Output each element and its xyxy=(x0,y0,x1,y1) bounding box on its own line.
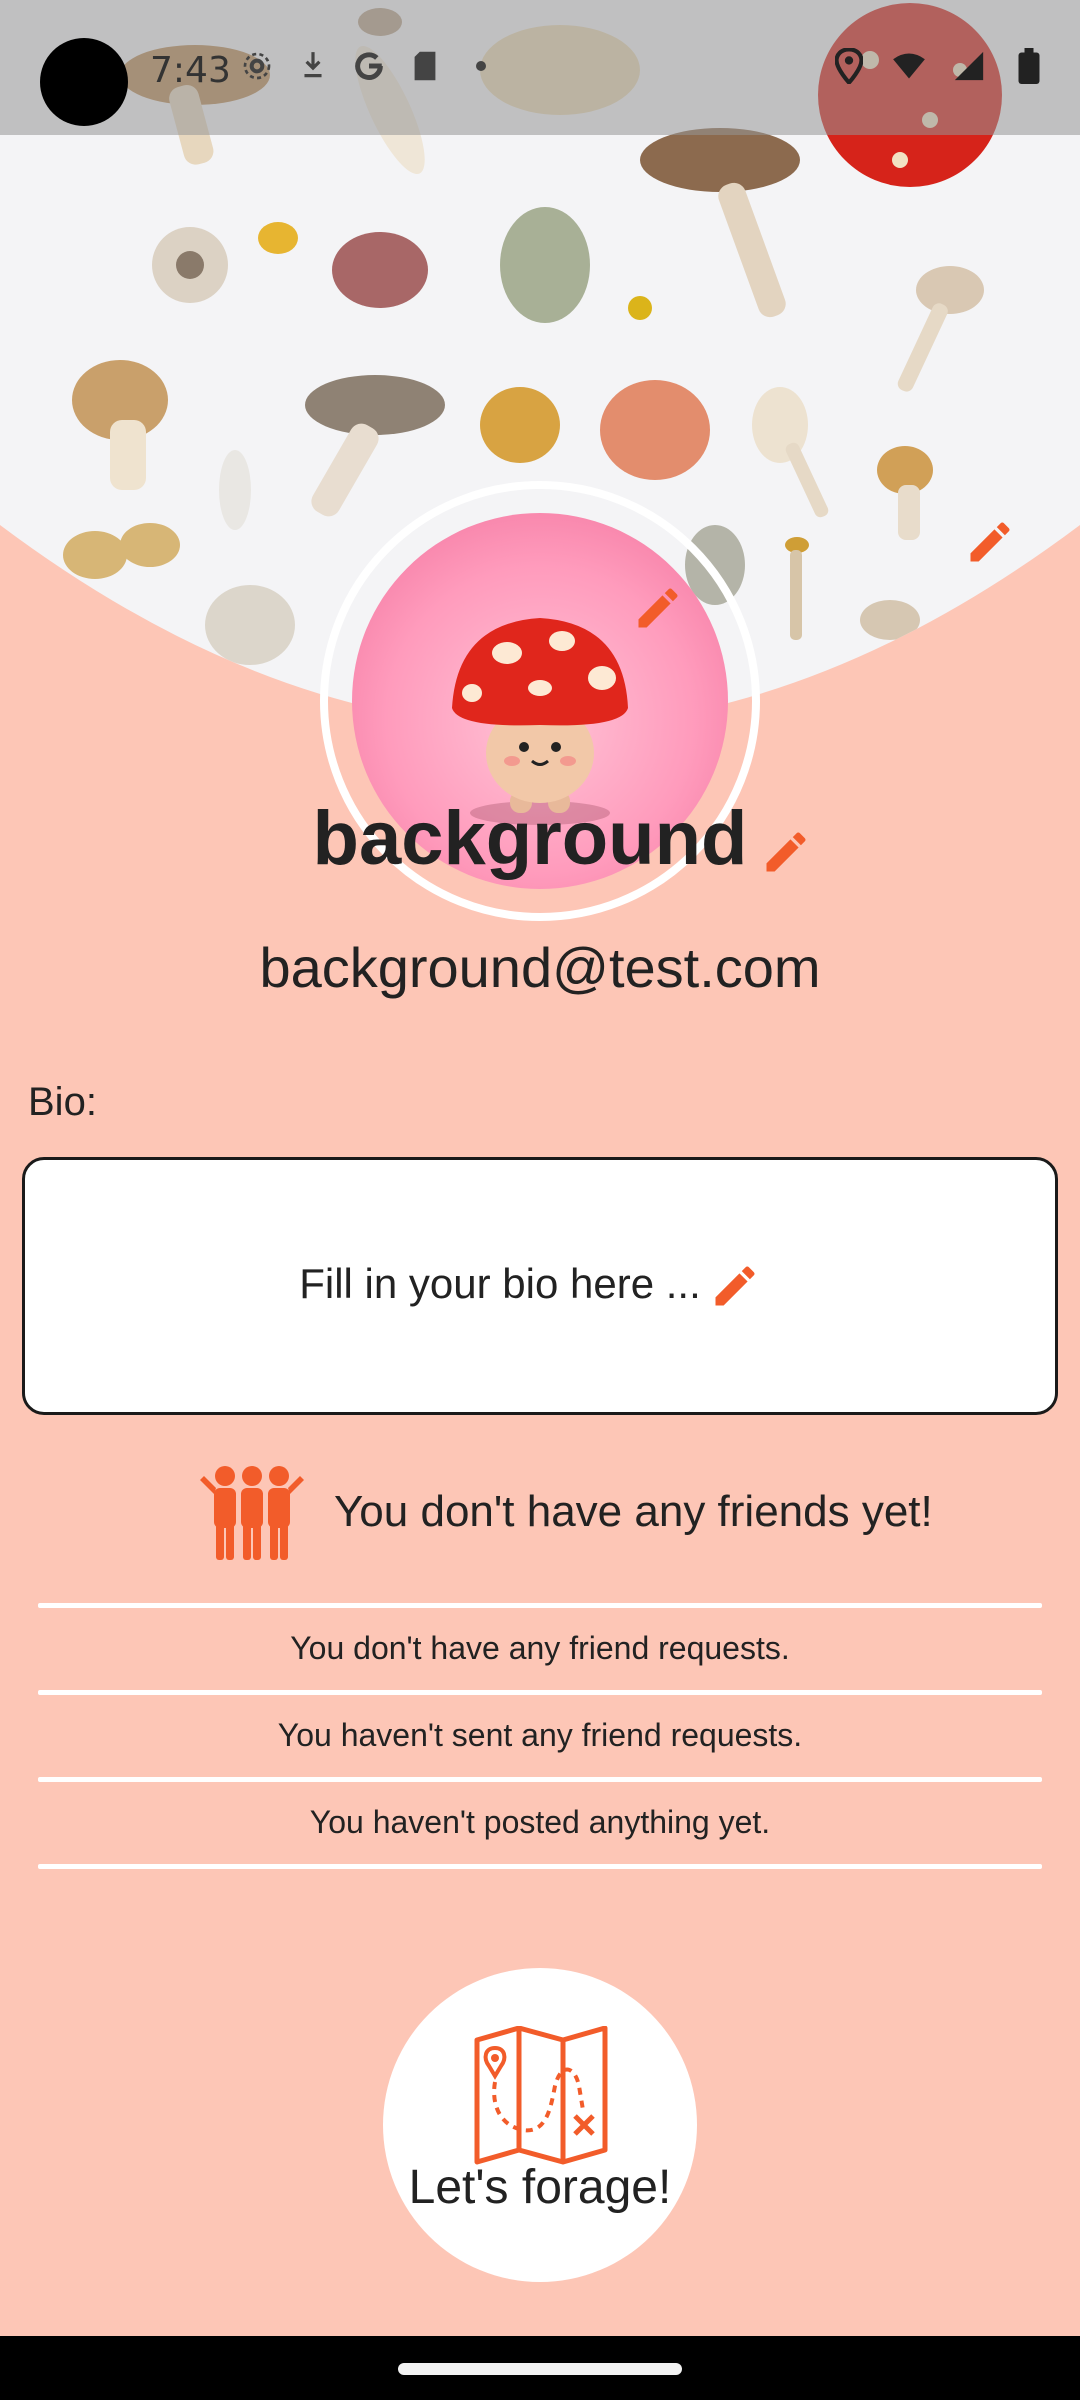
bio-box[interactable]: Fill in your bio here ... xyxy=(22,1157,1058,1415)
wifi-icon xyxy=(892,46,926,86)
camera-cutout xyxy=(40,38,128,126)
divider xyxy=(38,1603,1042,1608)
status-bar: 7:43 xyxy=(0,0,1080,135)
friends-row: You don't have any friends yet! xyxy=(198,1462,933,1562)
treasure-map-icon xyxy=(474,2026,608,2165)
sent-requests-message: You haven't sent any friend requests. xyxy=(277,1717,803,1753)
status-icons-right xyxy=(832,46,1046,86)
no-friends-message: You don't have any friends yet! xyxy=(334,1487,933,1536)
friends-group-icon xyxy=(200,1466,304,1560)
lets-forage-button[interactable]: Let's forage! xyxy=(383,1968,697,2282)
download-icon xyxy=(296,46,330,86)
email: background@test.com xyxy=(259,936,821,999)
pencil-icon xyxy=(766,832,806,872)
bio-placeholder: Fill in your bio here ... xyxy=(299,1260,701,1307)
username: background xyxy=(312,796,748,881)
signal-icon xyxy=(952,46,986,86)
divider xyxy=(38,1690,1042,1695)
location-icon xyxy=(832,46,866,86)
divider xyxy=(38,1777,1042,1782)
pencil-icon xyxy=(638,588,678,628)
lets-forage-label: Let's forage! xyxy=(408,2161,672,2214)
edit-username-button[interactable] xyxy=(760,826,812,878)
home-gesture-handle[interactable] xyxy=(398,2363,682,2375)
dot-icon xyxy=(464,46,498,86)
divider xyxy=(38,1864,1042,1869)
edit-bio-button[interactable] xyxy=(709,1260,761,1312)
status-time: 7:43 xyxy=(150,50,231,91)
battery-icon xyxy=(1012,46,1046,86)
edit-background-button[interactable] xyxy=(964,516,1016,568)
friend-requests-message: You don't have any friend requests. xyxy=(290,1630,790,1666)
posts-message: You haven't posted anything yet. xyxy=(309,1804,771,1840)
sd-card-icon xyxy=(408,46,442,86)
google-icon xyxy=(352,46,386,86)
edit-avatar-button[interactable] xyxy=(632,582,684,634)
bio-label: Bio: xyxy=(28,1080,97,1124)
settings-icon xyxy=(240,46,274,86)
status-icons-left xyxy=(240,46,498,86)
pencil-icon xyxy=(970,522,1010,562)
pencil-icon xyxy=(715,1266,755,1306)
